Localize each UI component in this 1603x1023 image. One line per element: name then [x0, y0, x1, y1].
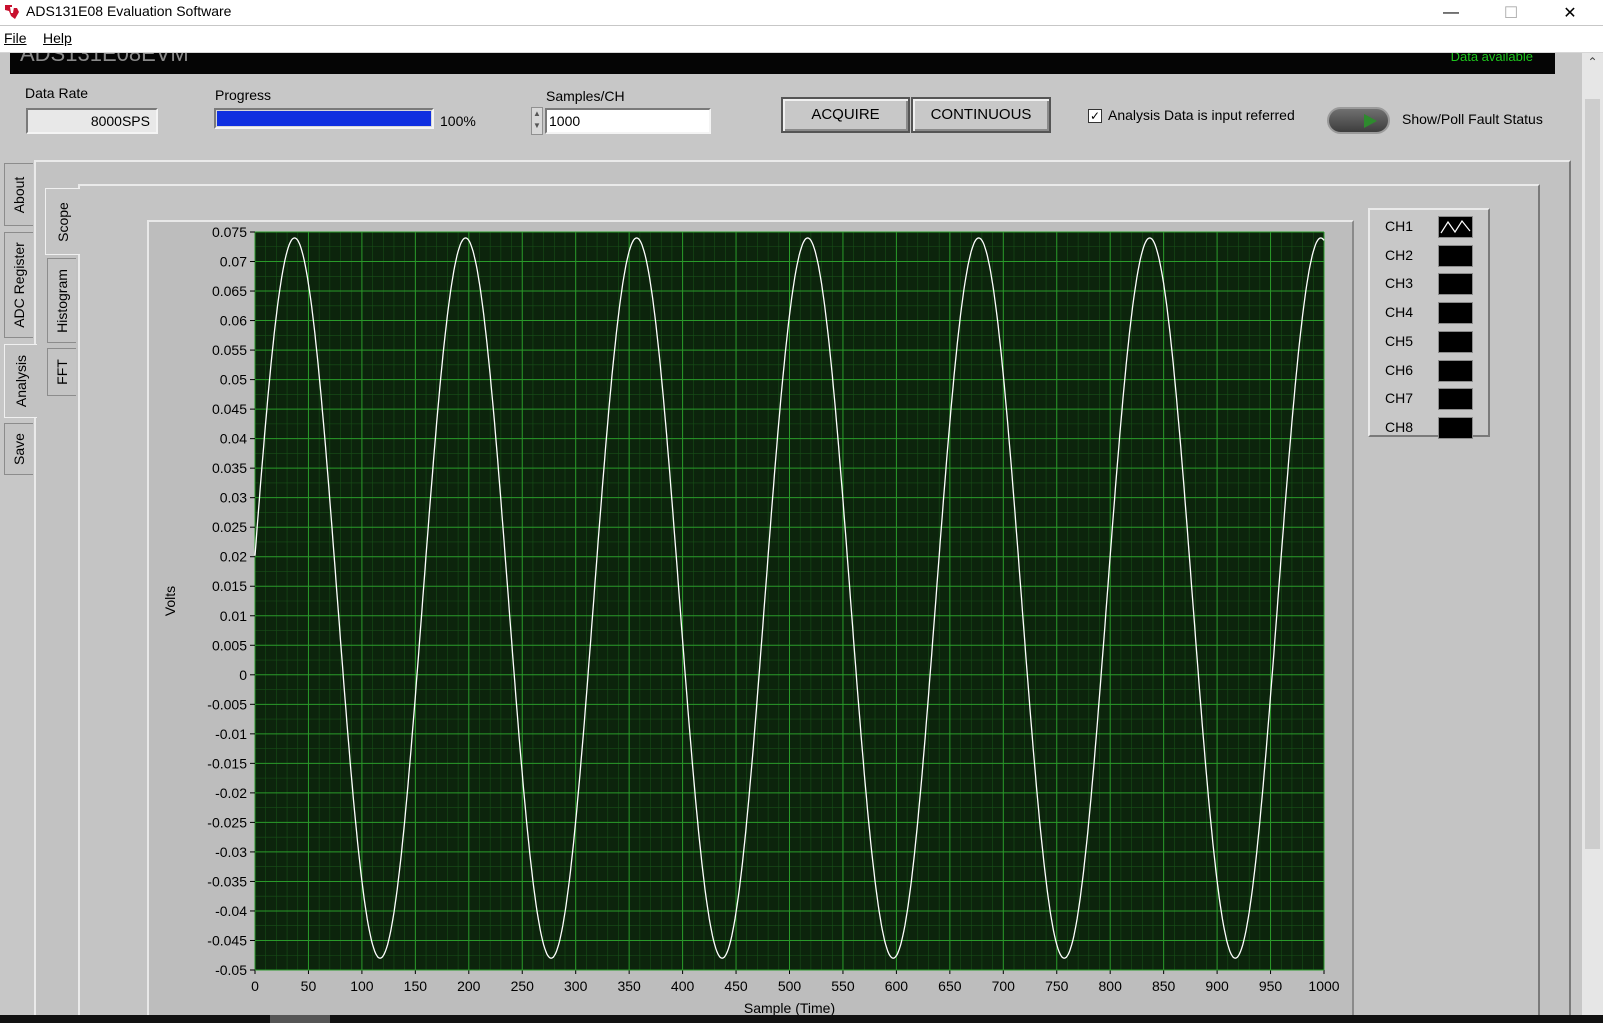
y-tick-label: -0.005 [207, 696, 247, 712]
x-tick-label: 0 [251, 978, 259, 994]
y-tick-label: -0.03 [215, 844, 247, 860]
x-tick-label: 300 [564, 978, 588, 994]
y-tick-label: -0.045 [207, 932, 247, 948]
x-tick-label: 50 [301, 978, 317, 994]
legend-row-ch4[interactable]: CH4 [1385, 302, 1485, 325]
x-tick-label: 500 [778, 978, 802, 994]
legend-label: CH8 [1385, 418, 1414, 435]
legend-label: CH1 [1385, 218, 1414, 234]
y-tick-label: 0.06 [220, 313, 247, 329]
y-tick-label: 0 [239, 667, 247, 683]
y-tick-label: -0.015 [207, 755, 247, 771]
legend-label: CH5 [1385, 332, 1414, 349]
x-tick-label: 600 [885, 978, 909, 994]
y-tick-label: 0.01 [220, 608, 247, 624]
y-tick-label: -0.02 [215, 785, 247, 801]
y-tick-label: 0.035 [212, 460, 247, 476]
y-tick-label: 0.03 [220, 490, 247, 506]
y-tick-label: 0.04 [220, 431, 247, 447]
x-tick-label: 200 [457, 978, 481, 994]
y-tick-label: 0.02 [220, 549, 247, 565]
y-tick-label: 0.045 [212, 401, 247, 417]
y-tick-label: -0.05 [215, 962, 247, 978]
x-tick-label: 800 [1099, 978, 1123, 994]
y-tick-label: 0.055 [212, 342, 247, 358]
y-tick-label: 0.065 [212, 283, 247, 299]
x-tick-label: 750 [1045, 978, 1069, 994]
legend-label: CH6 [1385, 361, 1414, 378]
legend-label: CH7 [1385, 390, 1414, 407]
legend-row-ch3[interactable]: CH3 [1385, 273, 1485, 296]
x-tick-label: 250 [511, 978, 535, 994]
legend-label: CH3 [1385, 275, 1414, 292]
legend-row-ch7[interactable]: CH7 [1385, 388, 1485, 411]
x-tick-label: 550 [831, 978, 855, 994]
legend-row-ch1[interactable]: CH1 [1385, 216, 1485, 238]
scope-chart[interactable]: 0 50 100 150 200 250 300 350 400 450 500 550 600 650 7… [0, 0, 1603, 1023]
legend-swatch [1438, 244, 1473, 267]
y-tick-label: 0.07 [220, 254, 247, 270]
legend-swatch [1438, 273, 1473, 296]
legend-label: CH4 [1385, 304, 1414, 321]
legend-swatch [1438, 216, 1473, 238]
y-tick-label: 0.005 [212, 637, 247, 653]
x-tick-label: 700 [992, 978, 1016, 994]
y-tick-label: -0.04 [215, 903, 247, 919]
x-tick-label: 450 [724, 978, 748, 994]
legend-swatch [1438, 416, 1473, 439]
x-tick-label: 950 [1259, 978, 1283, 994]
y-tick-label: 0.075 [212, 224, 247, 240]
channel-legend: CH1 CH2 CH3 CH4 CH5 CH6 CH7 CH8 [1368, 208, 1490, 439]
legend-swatch [1438, 330, 1473, 353]
x-tick-label: 150 [404, 978, 428, 994]
legend-swatch [1438, 388, 1473, 411]
y-tick-label: 0.05 [220, 372, 247, 388]
x-tick-label: 350 [617, 978, 641, 994]
y-tick-label: -0.025 [207, 814, 247, 830]
x-tick-label: 100 [350, 978, 374, 994]
x-tick-label: 400 [671, 978, 695, 994]
y-tick-label: -0.01 [215, 726, 247, 742]
x-tick-label: 900 [1205, 978, 1229, 994]
y-tick-label: 0.025 [212, 519, 247, 535]
legend-row-ch2[interactable]: CH2 [1385, 244, 1485, 267]
y-tick-label: -0.035 [207, 873, 247, 889]
x-tick-label: 850 [1152, 978, 1176, 994]
legend-row-ch8[interactable]: CH8 [1385, 416, 1485, 439]
x-tick-label: 1000 [1308, 978, 1339, 994]
legend-row-ch5[interactable]: CH5 [1385, 330, 1485, 353]
y-axis-label: Volts [162, 586, 178, 616]
horizontal-scroll-thumb[interactable] [270, 1015, 330, 1023]
legend-swatch [1438, 359, 1473, 382]
horizontal-scrollbar[interactable] [0, 1015, 1603, 1023]
legend-swatch [1438, 302, 1473, 325]
y-tick-label: 0.015 [212, 578, 247, 594]
x-tick-label: 650 [938, 978, 962, 994]
legend-row-ch6[interactable]: CH6 [1385, 359, 1485, 382]
legend-label: CH2 [1385, 246, 1414, 263]
x-axis-label: Sample (Time) [744, 1000, 835, 1016]
